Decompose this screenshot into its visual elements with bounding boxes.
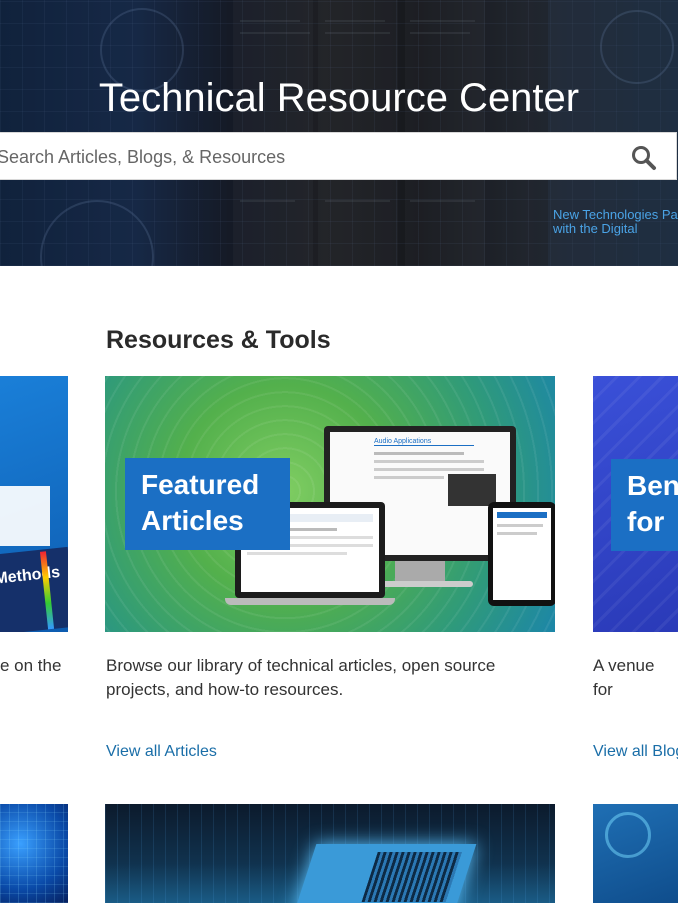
book-cover-graphic: Methods (0, 546, 68, 632)
section-title: Resources & Tools (106, 326, 331, 354)
page-title: Technical Resource Center (98, 76, 580, 120)
card-image-left[interactable]: Methods (0, 376, 68, 632)
search-icon (632, 146, 656, 170)
search-input[interactable] (0, 133, 619, 181)
card-image-bottom-left[interactable] (0, 804, 68, 903)
card-description-featured: Browse our library of technical articles… (106, 656, 496, 699)
card-image-right[interactable]: Ben for (593, 376, 678, 632)
card-image-bottom-right[interactable] (593, 804, 678, 903)
card-image-bottom-center[interactable] (105, 804, 555, 903)
hero-overlay-text: New Technologies Pa with the Digital (553, 207, 678, 236)
card-description-right: A venue for insiders, st (593, 656, 655, 699)
search-bar (0, 132, 677, 181)
featured-articles-badge: Featured Articles (125, 458, 290, 550)
card-description-left: e on the (0, 656, 62, 675)
card-image-featured-articles[interactable]: Audio Applications Featured Articles (105, 376, 555, 632)
search-button[interactable] (629, 143, 659, 173)
view-all-articles-link[interactable]: View all Articles (106, 743, 217, 761)
view-all-blogs-link[interactable]: View all Blog (593, 743, 678, 761)
blogs-badge: Ben for (611, 459, 678, 551)
chip-graphic (293, 844, 477, 903)
tablet-graphic (488, 502, 555, 606)
